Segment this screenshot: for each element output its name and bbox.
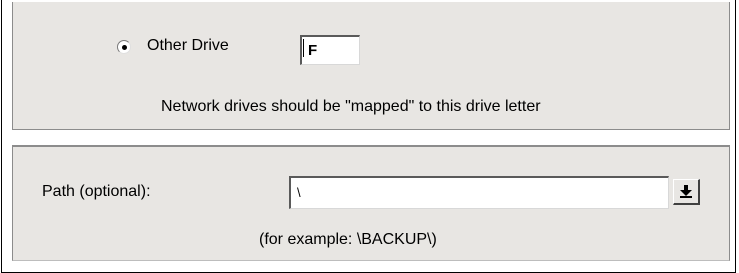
drive-letter-input[interactable]: F	[300, 35, 360, 65]
network-drive-note: Network drives should be "mapped" to thi…	[161, 98, 541, 115]
download-arrow-icon	[680, 185, 692, 198]
path-label: Path (optional):	[42, 183, 151, 200]
radio-selected-dot	[122, 45, 127, 50]
path-browse-button[interactable]	[673, 179, 700, 205]
drive-panel: Other Drive F Network drives should be "…	[12, 2, 730, 130]
path-input[interactable]: \	[289, 176, 669, 209]
text-caret	[303, 39, 304, 57]
other-drive-label[interactable]: Other Drive	[147, 36, 229, 56]
other-drive-radio[interactable]	[117, 40, 131, 54]
dialog-frame: Other Drive F Network drives should be "…	[1, 0, 736, 273]
path-example-hint: (for example: \BACKUP\)	[259, 231, 437, 248]
